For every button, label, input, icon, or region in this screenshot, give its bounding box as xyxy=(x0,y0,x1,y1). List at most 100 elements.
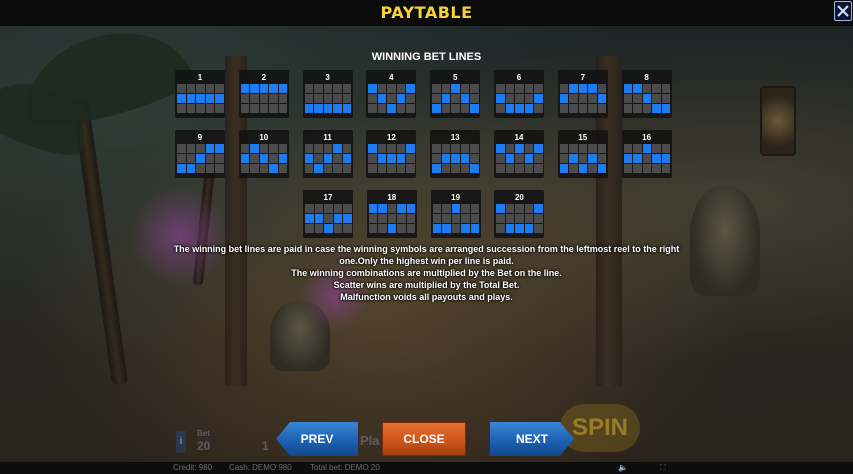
line-cell xyxy=(460,144,470,153)
line-cell-active xyxy=(368,204,378,213)
line-cell-active xyxy=(333,144,342,153)
line-cell-active xyxy=(387,154,396,163)
line-cell xyxy=(387,84,396,93)
line-cell xyxy=(569,144,578,153)
line-cell-active xyxy=(633,154,642,163)
line-cell xyxy=(534,164,543,173)
line-cell xyxy=(406,154,415,163)
bet-line-card: 17 xyxy=(303,190,353,238)
line-cell xyxy=(186,154,195,163)
line-cell-active xyxy=(314,104,323,113)
line-cell xyxy=(259,104,269,113)
line-cell xyxy=(432,214,442,223)
bet-line-card: 14 xyxy=(494,130,544,178)
line-cell xyxy=(451,144,460,153)
line-cell xyxy=(642,164,652,173)
line-cell xyxy=(387,144,396,153)
line-cell xyxy=(578,154,588,163)
line-cell-active xyxy=(278,84,288,93)
line-cell xyxy=(461,214,470,223)
line-cell xyxy=(387,164,396,173)
bet-line-card: 20 xyxy=(494,190,545,238)
line-cell xyxy=(588,144,597,153)
line-cell-active xyxy=(215,94,224,103)
bet-line-number: 5 xyxy=(452,73,458,82)
line-cell-active xyxy=(240,154,250,163)
line-cell-active xyxy=(177,94,186,103)
line-cell-active xyxy=(524,104,533,113)
line-cell xyxy=(186,144,195,153)
line-cell-active xyxy=(515,104,524,113)
line-cell xyxy=(661,84,671,93)
line-cell xyxy=(569,94,578,103)
line-cell xyxy=(470,214,480,223)
line-cell-active xyxy=(515,224,524,233)
bet-line-number: 17 xyxy=(323,193,333,202)
line-cell xyxy=(406,224,416,233)
line-cell-active xyxy=(451,204,461,213)
line-cell xyxy=(196,84,205,93)
line-cell xyxy=(304,144,314,153)
line-cell-active xyxy=(250,144,259,153)
line-cell xyxy=(496,154,505,163)
line-cell xyxy=(323,84,333,93)
line-cell xyxy=(186,84,195,93)
close-button[interactable]: CLOSE xyxy=(382,422,466,456)
prev-button[interactable]: PREV xyxy=(276,422,358,456)
line-cell xyxy=(368,154,377,163)
bet-line-number: 15 xyxy=(578,133,588,142)
line-cell xyxy=(515,84,524,93)
line-cell xyxy=(559,154,569,163)
line-cell xyxy=(387,204,397,213)
line-cell-active xyxy=(534,204,543,213)
fullscreen-icon[interactable]: ⛶ xyxy=(660,462,666,474)
bet-label: Bet xyxy=(197,429,210,438)
line-cell-active xyxy=(559,94,569,103)
bet-line-card: 2 xyxy=(238,70,289,118)
line-cell xyxy=(324,214,333,223)
line-cell xyxy=(432,144,441,153)
line-cell xyxy=(278,94,288,103)
line-cell xyxy=(396,144,406,153)
line-cell xyxy=(496,84,505,93)
cash-readout: Cash: DEMO 980 xyxy=(229,463,292,472)
line-cell xyxy=(196,144,205,153)
bet-line-card: 16 xyxy=(621,130,672,178)
next-button[interactable]: NEXT xyxy=(490,422,574,456)
line-cell xyxy=(343,204,352,213)
line-cell xyxy=(588,104,597,113)
line-cell-active xyxy=(205,94,214,103)
line-cell xyxy=(588,164,597,173)
line-cell-active xyxy=(470,104,479,113)
line-cell xyxy=(470,84,479,93)
line-cell xyxy=(333,224,342,233)
line-cell xyxy=(314,84,323,93)
line-cell-active xyxy=(278,154,288,163)
line-cell xyxy=(470,154,479,163)
bet-line-number: 8 xyxy=(644,73,649,82)
line-cell-active xyxy=(406,84,415,93)
line-cell xyxy=(460,84,470,93)
sound-icon[interactable]: 🔈 xyxy=(618,462,628,474)
line-cell-active xyxy=(368,144,377,153)
line-cell-active xyxy=(269,84,278,93)
bet-line-card: 13 xyxy=(430,130,481,178)
line-cell-active xyxy=(496,144,505,153)
bet-line-number: 7 xyxy=(580,73,586,82)
line-cell xyxy=(569,104,578,113)
line-cell xyxy=(269,104,278,113)
line-cell xyxy=(215,164,224,173)
line-cell xyxy=(559,104,569,113)
line-cell-active xyxy=(432,104,441,113)
bet-line-card: 19 xyxy=(430,190,481,238)
line-cell-active xyxy=(588,154,597,163)
line-cell xyxy=(305,224,314,233)
line-cell-active xyxy=(524,154,533,163)
bet-line-number: 20 xyxy=(514,193,524,202)
line-cell-active xyxy=(505,104,514,113)
line-cell xyxy=(496,214,505,223)
line-cell xyxy=(652,164,661,173)
line-cell xyxy=(314,94,323,103)
line-cell xyxy=(505,214,515,223)
line-cell xyxy=(215,84,224,93)
